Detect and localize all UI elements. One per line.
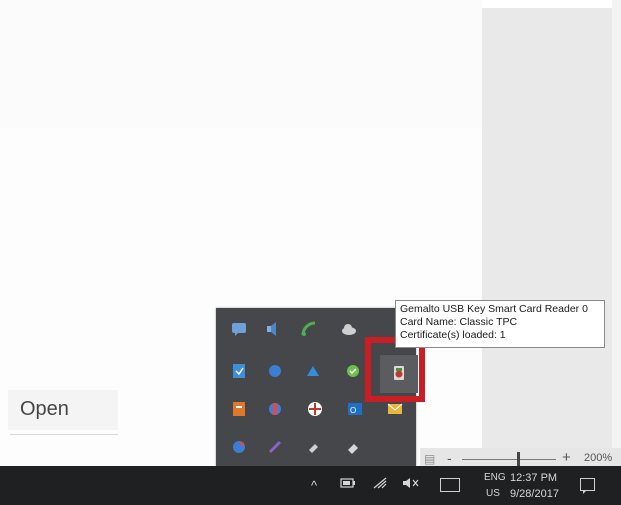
pen-icon[interactable] [264, 436, 286, 458]
language-region[interactable]: US [486, 488, 500, 499]
globe-icon[interactable] [264, 360, 286, 382]
check-icon[interactable] [342, 360, 364, 382]
phone-icon[interactable] [228, 436, 250, 458]
security-icon[interactable] [304, 398, 326, 420]
window-edge [612, 0, 621, 470]
touch-keyboard-icon[interactable] [440, 478, 460, 492]
divider [10, 434, 118, 435]
tooltip-certificates-line: Certificate(s) loaded: 1 [400, 329, 506, 341]
network-icon[interactable] [302, 360, 324, 382]
zoom-out-button[interactable]: - [447, 450, 452, 466]
clock-date[interactable]: 9/28/2017 [510, 488, 559, 500]
side-pane [482, 8, 621, 470]
outlook-icon[interactable]: O [344, 398, 366, 420]
view-mode-icon[interactable]: ▤ [424, 452, 435, 466]
action-center-icon-tail [583, 490, 587, 494]
document-top-area [0, 0, 482, 128]
chat-icon[interactable] [228, 318, 250, 340]
show-hidden-icons-chevron[interactable]: ^ [311, 478, 317, 493]
open-label[interactable]: Open [20, 398, 69, 421]
smart-card-tooltip: Gemalto USB Key Smart Card Reader 0 Card… [395, 300, 605, 348]
clock-time[interactable]: 12:37 PM [510, 472, 557, 484]
volume-icon[interactable] [402, 476, 420, 493]
usb-icon[interactable] [302, 436, 324, 458]
svg-text:O: O [350, 406, 356, 415]
zoom-in-button[interactable]: + [562, 449, 571, 466]
zoom-level[interactable]: 200% [584, 452, 612, 464]
zoom-slider-track[interactable] [462, 459, 556, 460]
cloud-icon[interactable] [338, 318, 360, 340]
wifi-icon[interactable] [372, 476, 388, 493]
device-icon[interactable] [342, 436, 364, 458]
language-indicator[interactable]: ENG [484, 472, 506, 483]
tooltip-reader-line: Gemalto USB Key Smart Card Reader 0 [400, 303, 588, 315]
signal-icon[interactable] [298, 318, 320, 340]
tooltip-card-name-line: Card Name: Classic TPC [400, 316, 518, 328]
puzzle-icon[interactable] [264, 398, 286, 420]
shield-icon[interactable] [228, 360, 250, 382]
zoom-slider-thumb[interactable] [517, 452, 521, 466]
speaker-icon[interactable] [262, 318, 284, 340]
notes-icon[interactable] [228, 398, 250, 420]
battery-icon[interactable] [340, 477, 356, 492]
